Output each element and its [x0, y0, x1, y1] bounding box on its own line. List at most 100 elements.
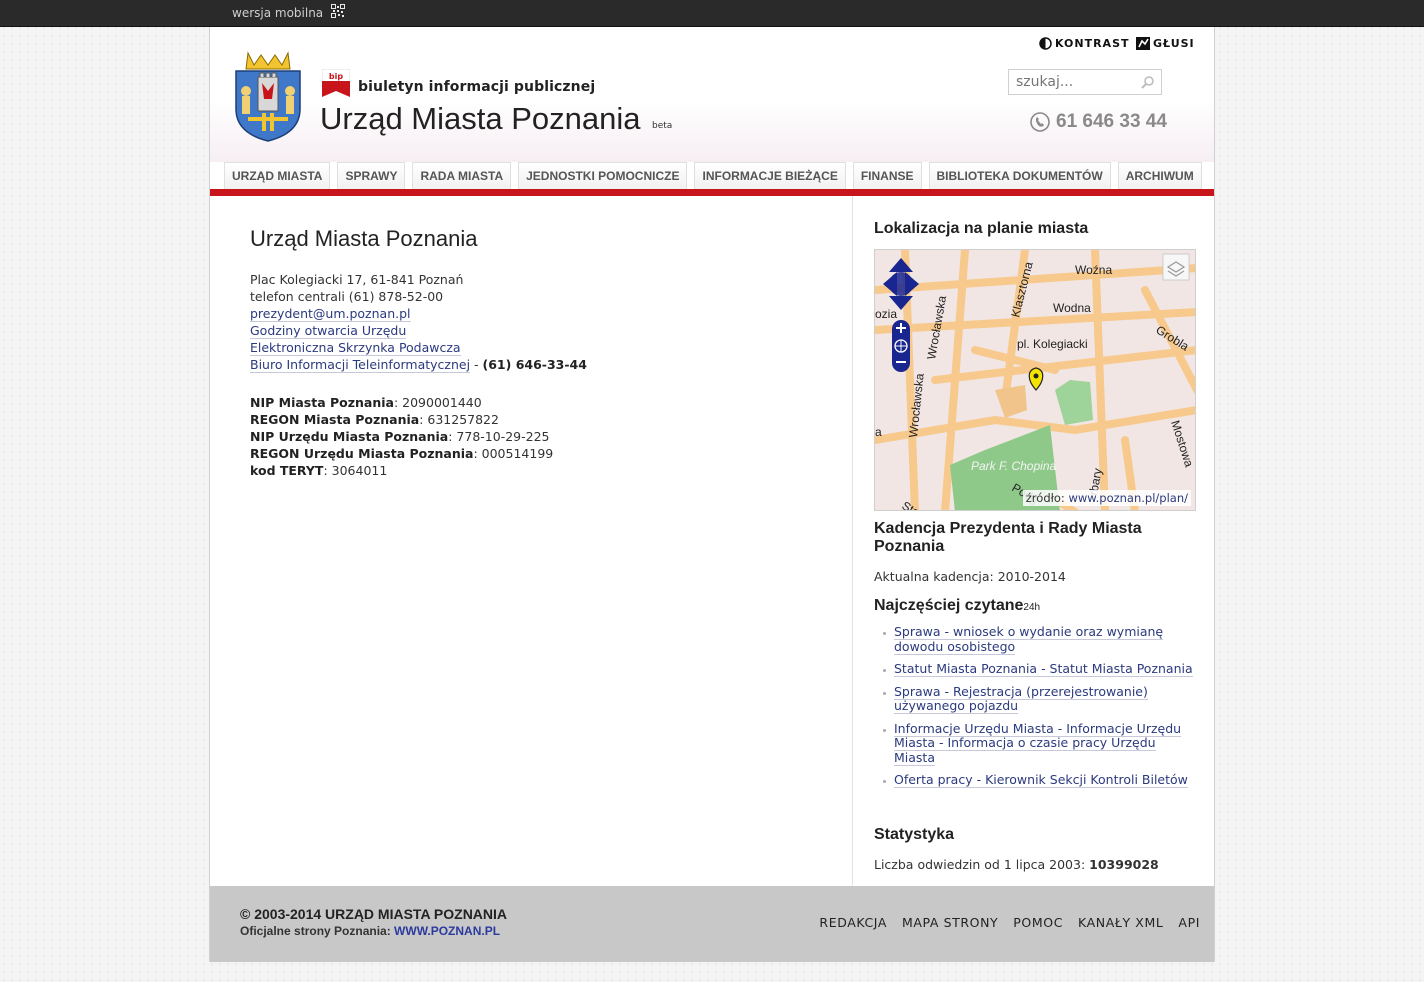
nav-item-informacje-biezace[interactable]: INFORMACJE BIEŻĄCE — [694, 162, 846, 189]
nav-item-urzad-miasta[interactable]: URZĄD MIASTA — [224, 162, 331, 189]
bit-phone: (61) 646-33-44 — [482, 357, 587, 372]
contrast-icon — [1039, 37, 1052, 50]
map-canvas: Woźna Wodna Klasztorna Wrocławska Wrocła… — [875, 250, 1195, 510]
epuap-link[interactable]: Elektroniczna Skrzynka Podawcza — [250, 340, 461, 356]
most-read-link[interactable]: Statut Miasta Poznania - Statut Miasta P… — [894, 661, 1193, 677]
footer-link-kanaly-xml[interactable]: KANAŁY XML — [1078, 915, 1163, 930]
email-link[interactable]: prezydent@um.poznan.pl — [250, 306, 411, 322]
stats-value: 10399028 — [1089, 857, 1159, 872]
list-item: Oferta pracy - Kierownik Sekcji Kontroli… — [874, 772, 1194, 788]
search-box — [1008, 69, 1162, 95]
nav-items: URZĄD MIASTA SPRAWY RADA MIASTA JEDNOSTKI P… — [224, 162, 1202, 189]
main-navigation: URZĄD MIASTA SPRAWY RADA MIASTA JEDNOSTKI P… — [210, 162, 1214, 196]
most-read-24h: 24h — [1023, 602, 1041, 613]
identifier-row: REGON Miasta Poznania: 631257822 — [250, 411, 553, 428]
bip-logo-icon[interactable]: bip — [322, 69, 350, 97]
label-park-chopina: Park F. Chopina — [971, 459, 1056, 473]
address: Plac Kolegiacki 17, 61-841 Poznań — [250, 272, 464, 287]
label-pl-kolegiacki: pl. Kolegiacki — [1017, 337, 1088, 351]
search-input[interactable] — [1009, 70, 1135, 94]
map-heading: Lokalizacja na planie miasta — [874, 220, 1089, 237]
map-source-label: źródło: — [1025, 491, 1065, 505]
street-wozna: Woźna — [1075, 263, 1112, 277]
site-footer: © 2003-2014 URZĄD MIASTA POZNANIA Oficja… — [210, 886, 1214, 962]
poznan-coat-of-arms-logo[interactable] — [234, 47, 302, 143]
identifier-separator: : — [323, 463, 332, 478]
nav-red-bar — [210, 189, 1214, 196]
identifier-row: NIP Urzędu Miasta Poznania: 778-10-29-22… — [250, 428, 553, 445]
street-wodna: Wodna — [1053, 301, 1091, 315]
contrast-toggle[interactable]: KONTRAST — [1039, 37, 1130, 50]
footer-link-redakcja[interactable]: REDAKCJA — [819, 915, 887, 930]
map-source: źródło: www.poznan.pl/plan/ — [1022, 490, 1191, 506]
most-read-heading: Najczęściej czytane24h — [874, 597, 1040, 615]
identifier-value: 778-10-29-225 — [456, 429, 550, 444]
street-ozia: ozia — [875, 307, 897, 321]
nav-item-archiwum[interactable]: ARCHIWUM — [1117, 162, 1202, 189]
term-text: Aktualna kadencja: 2010-2014 — [874, 569, 1066, 584]
contact-phone: 61 646 33 44 — [1030, 111, 1167, 133]
phone-number: 61 646 33 44 — [1056, 111, 1167, 132]
footer-link-api[interactable]: API — [1178, 915, 1200, 930]
phone-icon — [1030, 112, 1050, 132]
bit-separator: - — [470, 357, 483, 372]
stats-row: Liczba odwiedzin od 1 lipca 2003: 103990… — [874, 857, 1159, 872]
search-icon[interactable] — [1141, 75, 1155, 89]
bit-link[interactable]: Biuro Informacji Teleinformatycznej — [250, 357, 471, 373]
copyright: © 2003-2014 URZĄD MIASTA POZNANIA — [240, 906, 508, 922]
official-link[interactable]: WWW.POZNAN.PL — [394, 924, 500, 938]
map-layers-icon[interactable] — [1162, 253, 1190, 281]
site-title[interactable]: Urząd Miasta Poznania — [320, 101, 641, 137]
sidebar: Lokalizacja na planie miasta Woźna Wodna… — [852, 196, 1214, 886]
map-source-link[interactable]: www.poznan.pl/plan/ — [1068, 491, 1188, 505]
mobile-version-link[interactable]: wersja mobilna — [232, 6, 323, 20]
map-zoom-control-icon[interactable] — [892, 320, 910, 372]
term-heading: Kadencja Prezydenta i Rady Miasta Poznan… — [874, 520, 1142, 555]
nav-item-biblioteka-dokumentow[interactable]: BIBLIOTEKA DOKUMENTÓW — [928, 162, 1111, 189]
identifier-value: 000514199 — [481, 446, 554, 461]
identifier-value: 3064011 — [331, 463, 388, 478]
page-container: bip biuletyn informacji publicznej Urząd… — [209, 27, 1215, 962]
site-header: bip biuletyn informacji publicznej Urząd… — [210, 27, 1214, 162]
identifier-value: 631257822 — [427, 412, 499, 427]
nav-item-finanse[interactable]: FINANSE — [852, 162, 922, 189]
official-label: Oficjalne strony Poznania: — [240, 924, 391, 938]
identifier-label: REGON Urzędu Miasta Poznania — [250, 446, 474, 461]
nav-item-jednostki-pomocnicze[interactable]: JEDNOSTKI POMOCNICZE — [518, 162, 688, 189]
opening-hours-link[interactable]: Godziny otwarcia Urzędu — [250, 323, 407, 339]
sign-language-icon — [1136, 37, 1150, 50]
identifier-separator: : — [393, 395, 403, 410]
page-title: Urząd Miasta Poznania — [250, 226, 478, 251]
most-read-list: Sprawa - wniosek o wydanie oraz wymianę … — [874, 624, 1194, 796]
central-phone: telefon centrali (61) 878-52-00 — [250, 289, 444, 304]
svg-text:bip: bip — [329, 72, 343, 81]
most-read-title: Najczęściej czytane — [874, 597, 1024, 614]
nav-item-sprawy[interactable]: SPRAWY — [337, 162, 406, 189]
identifier-row: kod TERYT: 3064011 — [250, 462, 553, 479]
list-item: Statut Miasta Poznania - Statut Miasta P… — [874, 661, 1194, 677]
nav-item-rada-miasta[interactable]: RADA MIASTA — [412, 162, 512, 189]
footer-link-pomoc[interactable]: POMOC — [1013, 915, 1063, 930]
most-read-link[interactable]: Sprawa - wniosek o wydanie oraz wymianę … — [894, 624, 1164, 655]
beta-label: beta — [652, 121, 673, 131]
contrast-label: KONTRAST — [1055, 37, 1130, 50]
list-item: Sprawa - wniosek o wydanie oraz wymianę … — [874, 624, 1194, 655]
top-bar: wersja mobilna — [0, 0, 1424, 27]
identifiers-block: NIP Miasta Poznania: 2090001440 REGON Mia… — [250, 394, 553, 479]
official-pages: Oficjalne strony Poznania: WWW.POZNAN.PL — [240, 924, 500, 938]
stats-label: Liczba odwiedzin od 1 lipca 2003: — [874, 857, 1086, 872]
identifier-value: 2090001440 — [402, 395, 482, 410]
most-read-link[interactable]: Informacje Urzędu Miasta - Informacje Ur… — [894, 720, 1182, 766]
deaf-accessibility-link[interactable]: GŁUSI — [1136, 37, 1195, 50]
deaf-label: GŁUSI — [1153, 37, 1195, 50]
identifier-separator: : — [473, 446, 482, 461]
identifier-label: REGON Miasta Poznania — [250, 412, 420, 427]
main-content: Urząd Miasta Poznania Plac Kolegiacki 17… — [210, 196, 852, 886]
identifier-label: NIP Miasta Poznania — [250, 395, 394, 410]
footer-link-mapa-strony[interactable]: MAPA STRONY — [902, 915, 998, 930]
most-read-link[interactable]: Sprawa - Rejestracja (przerejestrowanie)… — [894, 683, 1148, 714]
qr-code-icon[interactable] — [330, 3, 346, 19]
most-read-link[interactable]: Oferta pracy - Kierownik Sekcji Kontroli… — [894, 772, 1188, 788]
identifier-label: kod TERYT — [250, 463, 324, 478]
city-map[interactable]: Woźna Wodna Klasztorna Wrocławska Wrocła… — [874, 249, 1196, 511]
